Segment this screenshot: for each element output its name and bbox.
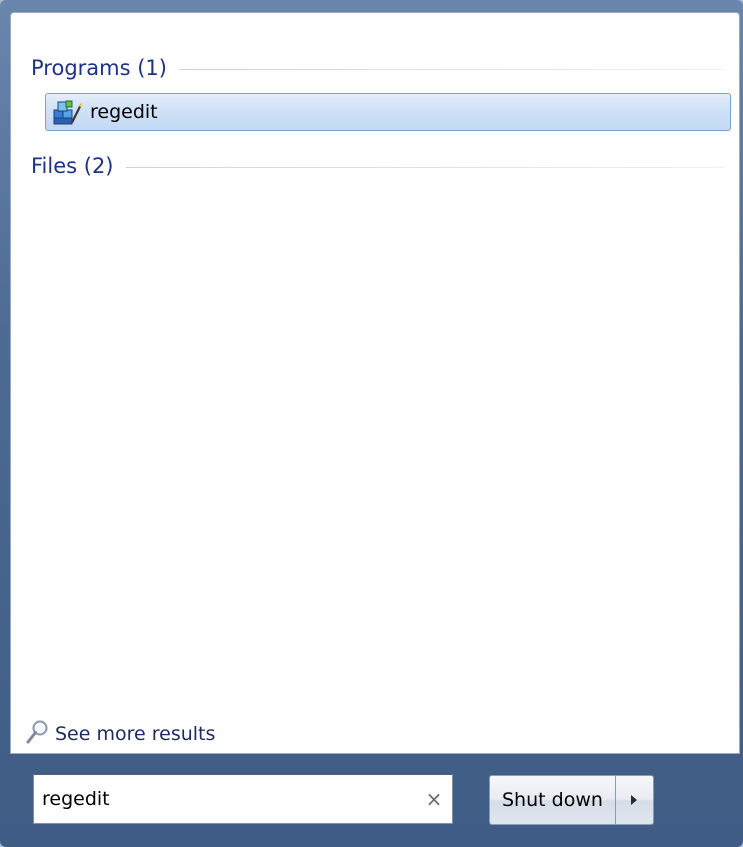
registry-editor-icon bbox=[52, 98, 82, 126]
result-label: regedit bbox=[90, 101, 158, 123]
start-menu: Programs (1) regedit Files (2) See more … bbox=[0, 0, 743, 847]
shutdown-button[interactable]: Shut down bbox=[489, 775, 616, 825]
search-box[interactable]: × bbox=[33, 774, 453, 824]
clear-search-icon[interactable]: × bbox=[416, 775, 452, 823]
search-magnifier-icon bbox=[25, 719, 49, 749]
group-title-files: Files (2) bbox=[31, 154, 114, 178]
see-more-results-label: See more results bbox=[55, 723, 216, 745]
group-header-files[interactable]: Files (2) bbox=[31, 151, 725, 181]
group-divider bbox=[178, 69, 725, 70]
result-item-regedit[interactable]: regedit bbox=[45, 93, 731, 131]
search-input[interactable] bbox=[34, 774, 416, 824]
see-more-results-link[interactable]: See more results bbox=[25, 719, 215, 749]
arrow-right-icon bbox=[631, 795, 638, 805]
group-header-programs[interactable]: Programs (1) bbox=[31, 53, 725, 83]
group-title-programs: Programs (1) bbox=[31, 56, 167, 80]
search-results-pane: Programs (1) regedit Files (2) See more … bbox=[10, 12, 740, 754]
shutdown-options-button[interactable] bbox=[615, 775, 654, 825]
group-divider bbox=[125, 167, 725, 168]
shutdown-group: Shut down bbox=[489, 775, 654, 825]
